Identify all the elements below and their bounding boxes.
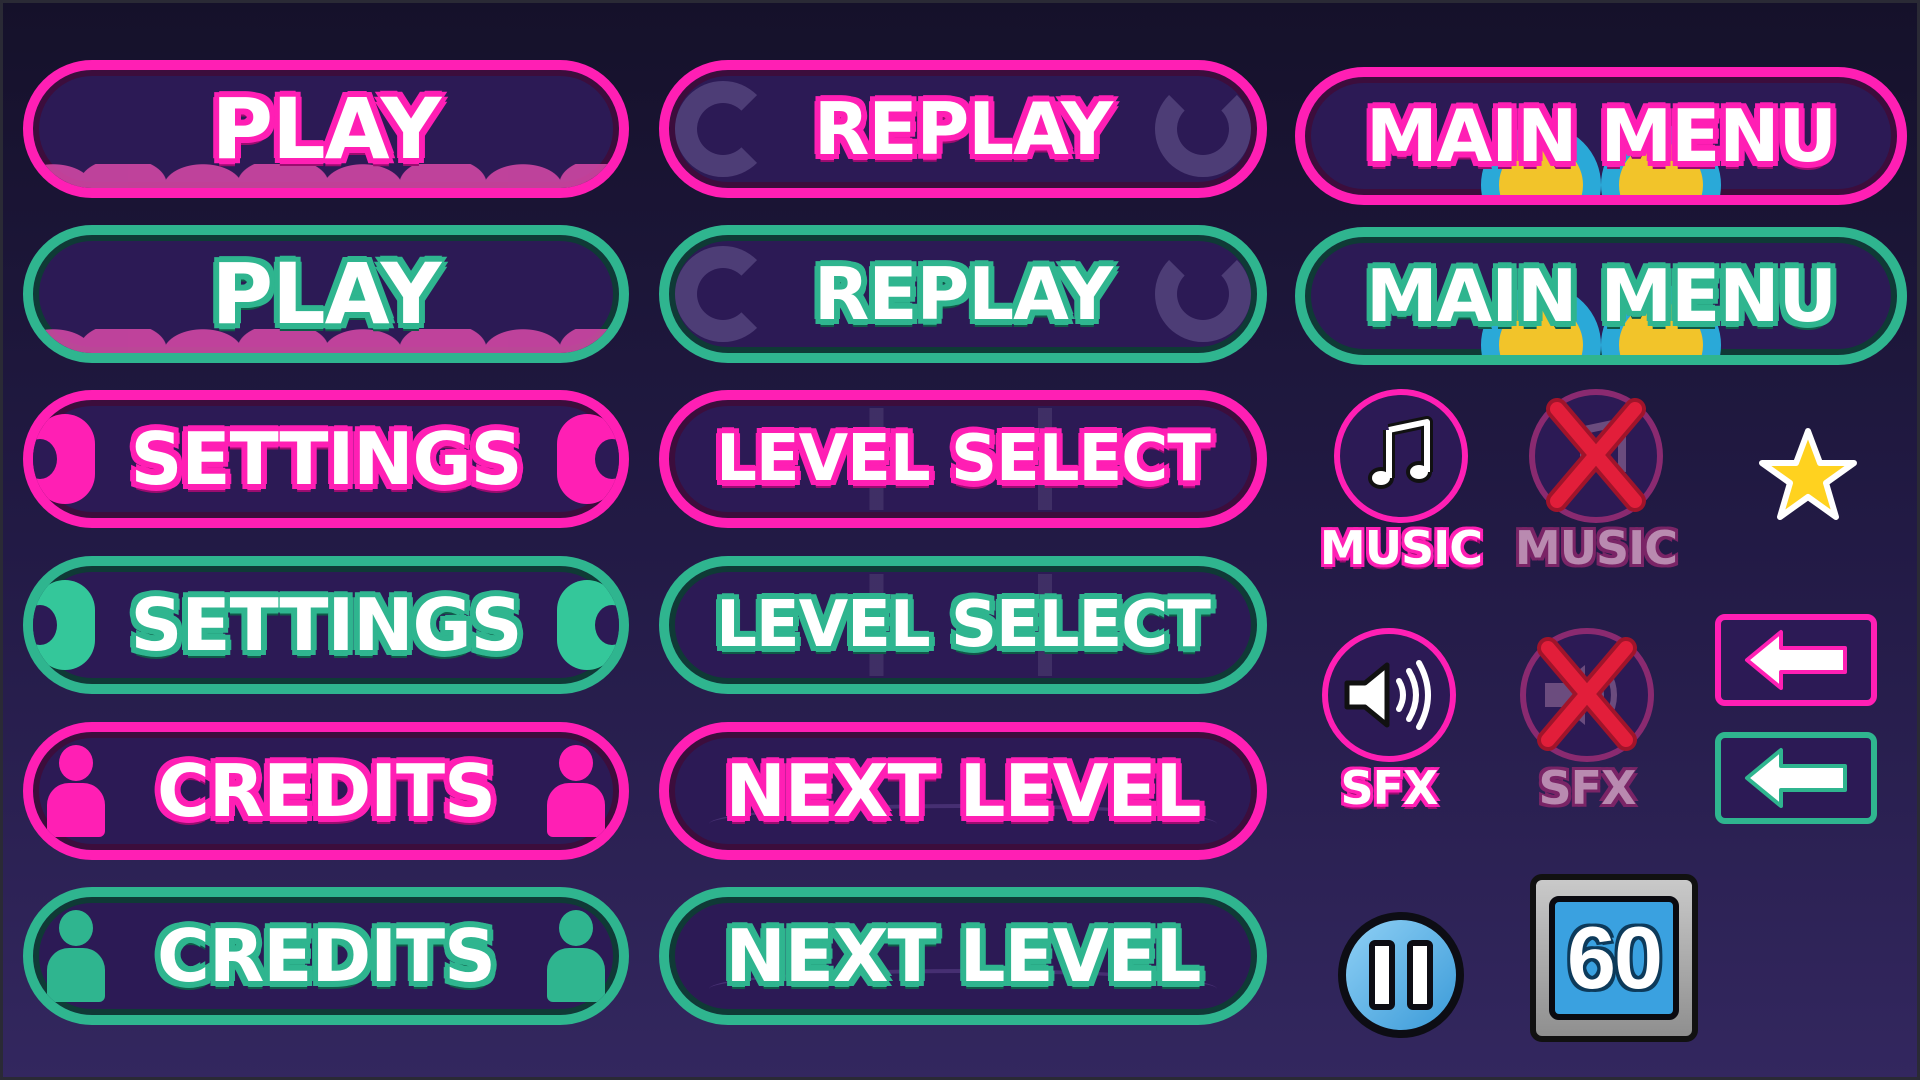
main-menu-button-pink[interactable]: MAIN MENU <box>1295 67 1907 205</box>
next-level-button-teal[interactable]: NEXT LEVEL <box>659 887 1267 1025</box>
mute-x-icon <box>1537 637 1637 751</box>
left-arrow-icon <box>1745 630 1847 690</box>
credits-button-teal[interactable]: CREDITS <box>23 887 629 1025</box>
person-icon <box>47 910 105 1002</box>
play-label: PLAY <box>211 245 442 343</box>
replay-label: REPLAY <box>813 252 1113 336</box>
settings-button-pink[interactable]: SETTINGS <box>23 390 629 528</box>
replay-arrow-icon <box>675 81 771 177</box>
credits-label: CREDITS <box>157 914 496 998</box>
timer-screen: 60 <box>1549 896 1679 1020</box>
music-note-icon <box>1368 416 1433 489</box>
replay-arrow-icon <box>675 246 771 342</box>
next-level-label: NEXT LEVEL <box>725 914 1202 998</box>
gear-icon <box>557 414 619 504</box>
replay-button-pink[interactable]: REPLAY <box>659 60 1267 198</box>
timer-value: 60 <box>1567 908 1663 1007</box>
pause-button[interactable] <box>1338 912 1464 1038</box>
person-icon <box>547 745 605 837</box>
main-menu-label: MAIN MENU <box>1365 94 1837 178</box>
level-select-button-pink[interactable]: LEVEL SELECT <box>659 390 1267 528</box>
person-icon <box>47 745 105 837</box>
play-label: PLAY <box>211 80 442 178</box>
star-icon <box>1759 428 1857 520</box>
level-select-label: LEVEL SELECT <box>716 422 1211 496</box>
next-level-label: NEXT LEVEL <box>725 749 1202 833</box>
gear-icon <box>557 580 619 670</box>
mute-x-icon <box>1546 398 1646 512</box>
gear-icon <box>33 580 95 670</box>
pause-icon <box>1407 940 1433 1010</box>
back-button-pink[interactable] <box>1715 614 1877 706</box>
play-button-teal[interactable]: PLAY <box>23 225 629 363</box>
main-menu-button-teal[interactable]: MAIN MENU <box>1295 227 1907 365</box>
settings-label: SETTINGS <box>130 417 523 501</box>
sfx-off-label: SFX <box>1538 761 1636 815</box>
replay-arrow-icon <box>1155 81 1251 177</box>
credits-button-pink[interactable]: CREDITS <box>23 722 629 860</box>
main-menu-label: MAIN MENU <box>1365 254 1837 338</box>
back-button-teal[interactable] <box>1715 732 1877 824</box>
next-level-button-pink[interactable]: NEXT LEVEL <box>659 722 1267 860</box>
music-on-button[interactable] <box>1334 389 1468 523</box>
gear-icon <box>33 414 95 504</box>
replay-label: REPLAY <box>813 87 1113 171</box>
settings-label: SETTINGS <box>130 583 523 667</box>
timer-display: 60 <box>1530 874 1698 1042</box>
replay-button-teal[interactable]: REPLAY <box>659 225 1267 363</box>
person-icon <box>547 910 605 1002</box>
speaker-icon <box>1344 660 1431 730</box>
credits-label: CREDITS <box>157 749 496 833</box>
sfx-on-button[interactable] <box>1322 628 1456 762</box>
level-select-label: LEVEL SELECT <box>716 588 1211 662</box>
ui-kit-canvas: PLAY PLAY SETTINGS SETTINGS CREDITS CRED… <box>0 0 1920 1080</box>
settings-button-teal[interactable]: SETTINGS <box>23 556 629 694</box>
music-off-button[interactable] <box>1529 389 1663 523</box>
music-on-label: MUSIC <box>1319 521 1483 575</box>
replay-arrow-icon <box>1155 246 1251 342</box>
sfx-on-label: SFX <box>1340 761 1438 815</box>
level-select-button-teal[interactable]: LEVEL SELECT <box>659 556 1267 694</box>
left-arrow-icon <box>1745 748 1847 808</box>
play-button-pink[interactable]: PLAY <box>23 60 629 198</box>
sfx-off-button[interactable] <box>1520 628 1654 762</box>
pause-icon <box>1369 940 1395 1010</box>
music-off-label: MUSIC <box>1514 521 1678 575</box>
